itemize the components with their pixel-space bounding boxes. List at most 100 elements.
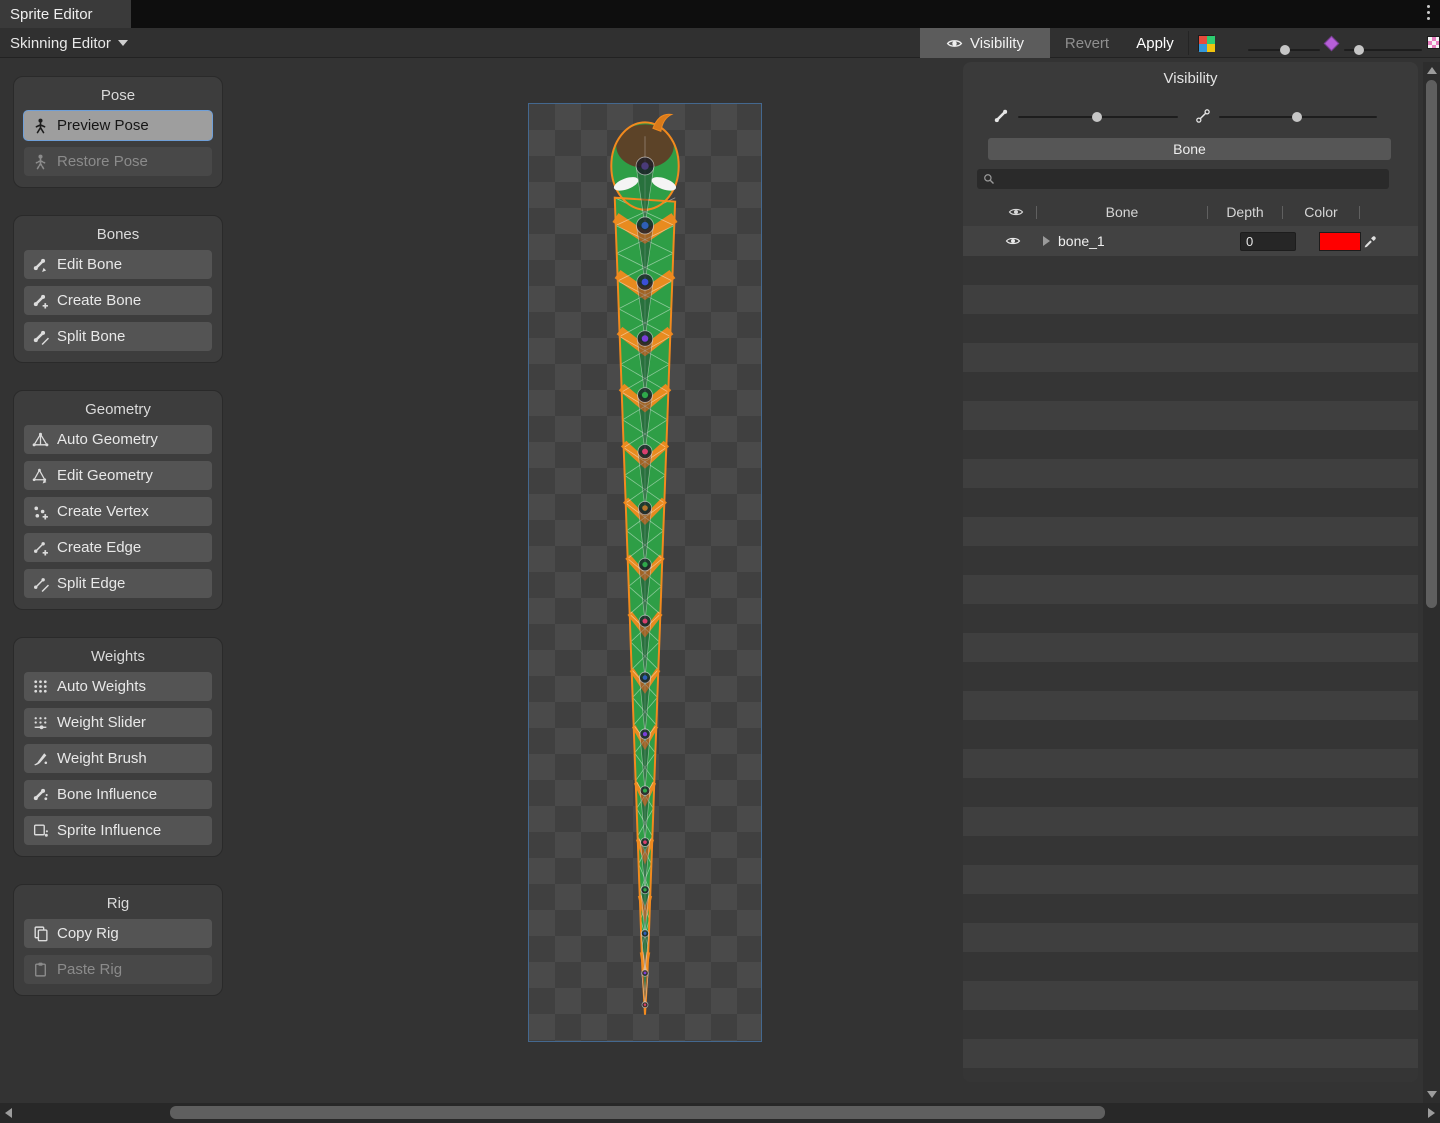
sprite-influence-icon [32, 822, 49, 839]
toolbar-separator [1188, 31, 1189, 55]
rig-group-title: Rig [24, 895, 212, 912]
sprite-editor-tab[interactable]: Sprite Editor [0, 0, 131, 28]
restore-pose-label: Restore Pose [57, 153, 148, 170]
opacity-sliders-row [963, 102, 1418, 130]
bone-color-palette-icon[interactable] [1198, 35, 1214, 51]
preview-pose-button[interactable]: Preview Pose [24, 111, 212, 140]
create-bone-button[interactable]: Create Bone [24, 286, 212, 315]
pose-group-title: Pose [24, 87, 212, 104]
depth-input[interactable] [1240, 232, 1296, 251]
search-icon [983, 173, 995, 185]
edit-geometry-icon [32, 467, 49, 484]
mesh-opacity-slider[interactable] [1344, 49, 1422, 51]
create-edge-label: Create Edge [57, 539, 141, 556]
apply-button-label: Apply [1136, 35, 1174, 52]
visibility-panel-title: Visibility [963, 70, 1418, 87]
vertical-scrollbar-thumb[interactable] [1426, 80, 1437, 608]
auto-geometry-label: Auto Geometry [57, 431, 158, 448]
mesh-opacity-slider-handle[interactable] [1354, 45, 1364, 55]
visibility-toggle-button[interactable]: Visibility [920, 28, 1050, 58]
sprite-influence-label: Sprite Influence [57, 822, 161, 839]
window-menu-icon[interactable] [1427, 5, 1430, 20]
scroll-right-icon[interactable] [1428, 1108, 1435, 1118]
scroll-up-icon[interactable] [1427, 67, 1437, 74]
column-separator [1359, 206, 1360, 219]
edit-bone-label: Edit Bone [57, 256, 122, 273]
bone-visibility-slider-handle[interactable] [1092, 112, 1102, 122]
bone-row[interactable]: bone_1 [963, 226, 1418, 256]
bone-opacity-icon [993, 108, 1010, 125]
depth-column-header: Depth [1208, 204, 1282, 220]
apply-button[interactable]: Apply [1126, 28, 1184, 58]
weight-brush-button[interactable]: Weight Brush [24, 744, 212, 773]
bone-color-swatch[interactable] [1319, 232, 1361, 251]
split-bone-button[interactable]: Split Bone [24, 322, 212, 351]
split-edge-button[interactable]: Split Edge [24, 569, 212, 598]
skinning-editor-dropdown[interactable]: Skinning Editor [4, 28, 134, 58]
bone-influence-icon [32, 786, 49, 803]
mesh-visibility-slider[interactable] [1219, 116, 1377, 118]
bone-list-header: Bone Depth Color [988, 200, 1391, 224]
edit-geometry-button[interactable]: Edit Geometry [24, 461, 212, 490]
paste-rig-button[interactable]: Paste Rig [24, 955, 212, 984]
foldout-icon[interactable] [1043, 236, 1050, 246]
auto-weights-button[interactable]: Auto Weights [24, 672, 212, 701]
paste-rig-icon [32, 961, 49, 978]
create-vertex-icon [32, 503, 49, 520]
snake-sprite-mesh[interactable] [529, 104, 761, 1041]
horizontal-scrollbar[interactable] [0, 1103, 1440, 1123]
weight-slider-button[interactable]: Weight Slider [24, 708, 212, 737]
split-bone-label: Split Bone [57, 328, 125, 345]
weight-brush-icon [32, 750, 49, 767]
geometry-group-title: Geometry [24, 401, 212, 418]
create-vertex-label: Create Vertex [57, 503, 149, 520]
bone-influence-button[interactable]: Bone Influence [24, 780, 212, 809]
preview-pose-label: Preview Pose [57, 117, 149, 134]
sprite-influence-button[interactable]: Sprite Influence [24, 816, 212, 845]
restore-pose-icon [32, 153, 49, 170]
weight-brush-label: Weight Brush [57, 750, 147, 767]
scroll-down-icon[interactable] [1427, 1091, 1437, 1098]
toolbar: Skinning Editor Visibility Revert Apply [0, 28, 1440, 58]
sprite-canvas[interactable] [528, 103, 762, 1042]
bone-influence-label: Bone Influence [57, 786, 157, 803]
bone-opacity-slider-handle[interactable] [1280, 45, 1290, 55]
bone-visibility-slider[interactable] [1018, 116, 1178, 118]
scroll-left-icon[interactable] [5, 1108, 12, 1118]
geometry-group: Geometry Auto Geometry Edit Geometry Cre… [13, 390, 223, 610]
revert-button-label: Revert [1065, 35, 1109, 52]
create-edge-button[interactable]: Create Edge [24, 533, 212, 562]
horizontal-scrollbar-thumb[interactable] [170, 1106, 1105, 1119]
revert-button[interactable]: Revert [1054, 28, 1120, 58]
restore-pose-button[interactable]: Restore Pose [24, 147, 212, 176]
mesh-visibility-slider-handle[interactable] [1292, 112, 1302, 122]
create-vertex-button[interactable]: Create Vertex [24, 497, 212, 526]
bone-visible-eye-icon[interactable] [1005, 233, 1021, 249]
weights-group-title: Weights [24, 648, 212, 665]
visibility-panel: Visibility Bone [963, 62, 1418, 1082]
create-bone-icon [32, 292, 49, 309]
auto-geometry-button[interactable]: Auto Geometry [24, 425, 212, 454]
eyedropper-icon[interactable] [1363, 234, 1378, 249]
split-edge-icon [32, 575, 49, 592]
mesh-opacity-icon [1195, 108, 1212, 125]
weight-slider-icon [32, 714, 49, 731]
bone-name[interactable]: bone_1 [1058, 233, 1105, 249]
bone-search-box[interactable] [977, 169, 1389, 189]
pattern-swatch-icon[interactable] [1427, 36, 1440, 49]
bone-search-input[interactable] [1000, 171, 1383, 188]
copy-rig-button[interactable]: Copy Rig [24, 919, 212, 948]
chevron-down-icon [118, 40, 128, 46]
bone-column-header: Bone [1037, 204, 1207, 220]
bone-opacity-slider[interactable] [1248, 49, 1320, 51]
create-edge-icon [32, 539, 49, 556]
pose-group: Pose Preview Pose Restore Pose [13, 76, 223, 188]
skinning-editor-dropdown-label: Skinning Editor [10, 35, 111, 52]
edit-bone-button[interactable]: Edit Bone [24, 250, 212, 279]
mesh-color-icon[interactable] [1324, 36, 1340, 52]
auto-geometry-icon [32, 431, 49, 448]
vertical-scrollbar[interactable] [1423, 62, 1440, 1103]
sprite-editor-tab-label: Sprite Editor [10, 6, 93, 23]
title-bar: Sprite Editor [0, 0, 1440, 28]
bone-tab[interactable]: Bone [988, 138, 1391, 160]
